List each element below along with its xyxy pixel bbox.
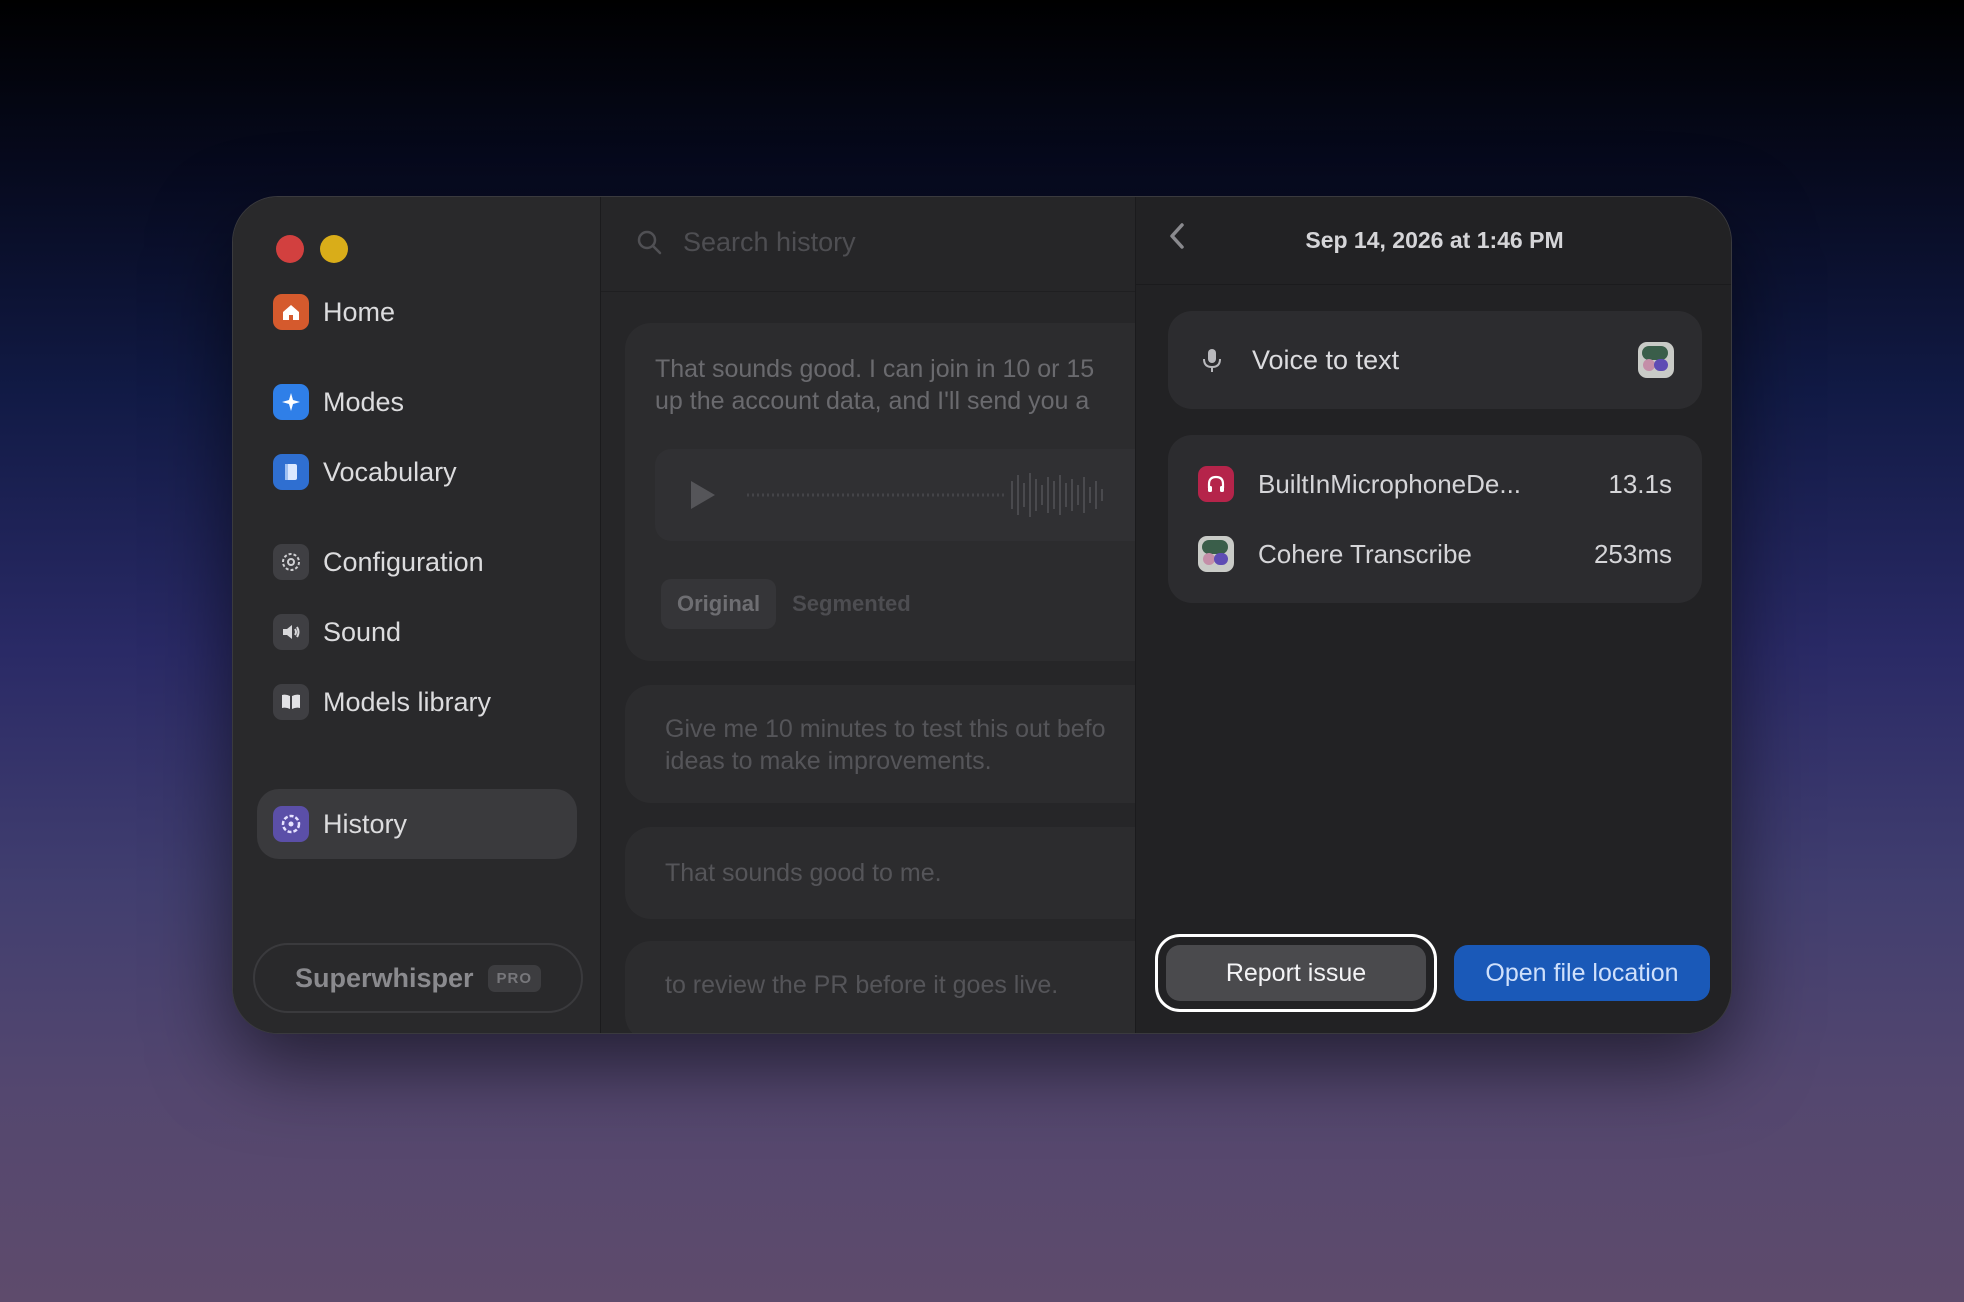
- mode-card: Voice to text: [1168, 311, 1702, 409]
- stats-card: BuiltInMicrophoneDe... 13.1s Cohere Tran…: [1168, 435, 1702, 603]
- report-issue-button[interactable]: Report issue: [1166, 945, 1426, 1001]
- sidebar-item-label: Configuration: [323, 546, 484, 577]
- speaker-icon: [273, 614, 309, 650]
- stat-row-model: Cohere Transcribe 253ms: [1198, 519, 1672, 589]
- gear-icon: [273, 544, 309, 580]
- sidebar-item-history[interactable]: History: [257, 789, 577, 859]
- minimize-window-button[interactable]: [320, 235, 348, 263]
- sidebar-item-label: Modes: [323, 386, 405, 417]
- microphone-icon: [1196, 344, 1228, 376]
- history-list-pane: That sounds good. I can join in 10 or 15…: [601, 197, 1135, 1033]
- mode-label: Voice to text: [1252, 344, 1400, 375]
- history-icon: [273, 806, 309, 842]
- stat-row-input-device: BuiltInMicrophoneDe... 13.1s: [1198, 449, 1672, 519]
- sidebar-item-home[interactable]: Home: [257, 277, 577, 347]
- app-window: Home Modes Vocabulary Configuration Soun: [232, 196, 1732, 1034]
- sidebar-item-vocabulary[interactable]: Vocabulary: [257, 437, 577, 507]
- sidebar-item-label: Vocabulary: [323, 456, 457, 487]
- sidebar-item-label: Models library: [323, 686, 492, 717]
- cohere-icon: [1198, 536, 1234, 572]
- sidebar-item-sound[interactable]: Sound: [257, 597, 577, 667]
- detail-header: Sep 14, 2026 at 1:46 PM: [1136, 197, 1731, 285]
- sidebar: Home Modes Vocabulary Configuration Soun: [233, 197, 601, 1033]
- close-window-button[interactable]: [276, 235, 304, 263]
- cohere-icon: [1638, 342, 1674, 378]
- sidebar-item-label: History: [323, 808, 408, 839]
- headphones-icon: [1198, 466, 1234, 502]
- stat-value: 253ms: [1593, 538, 1672, 569]
- sidebar-item-label: Sound: [323, 616, 402, 647]
- sidebar-item-label: Home: [323, 296, 396, 327]
- stat-name: BuiltInMicrophoneDe...: [1258, 468, 1522, 499]
- open-file-location-button[interactable]: Open file location: [1454, 945, 1710, 1001]
- stat-name: Cohere Transcribe: [1258, 538, 1472, 569]
- sidebar-item-configuration[interactable]: Configuration: [257, 527, 577, 597]
- account-plan-button[interactable]: Superwhisper PRO: [253, 943, 583, 1013]
- sidebar-item-modes[interactable]: Modes: [257, 367, 577, 437]
- app-name: Superwhisper: [294, 962, 474, 993]
- home-icon: [273, 294, 309, 330]
- sparkle-icon: [273, 384, 309, 420]
- pro-badge: PRO: [487, 964, 542, 992]
- sidebar-item-models-library[interactable]: Models library: [257, 667, 577, 737]
- recording-date: Sep 14, 2026 at 1:46 PM: [1305, 227, 1564, 253]
- detail-panel: Sep 14, 2026 at 1:46 PM Voice to text Bu…: [1135, 197, 1731, 1033]
- open-book-icon: [273, 684, 309, 720]
- stat-value: 13.1s: [1608, 468, 1672, 499]
- book-icon: [273, 454, 309, 490]
